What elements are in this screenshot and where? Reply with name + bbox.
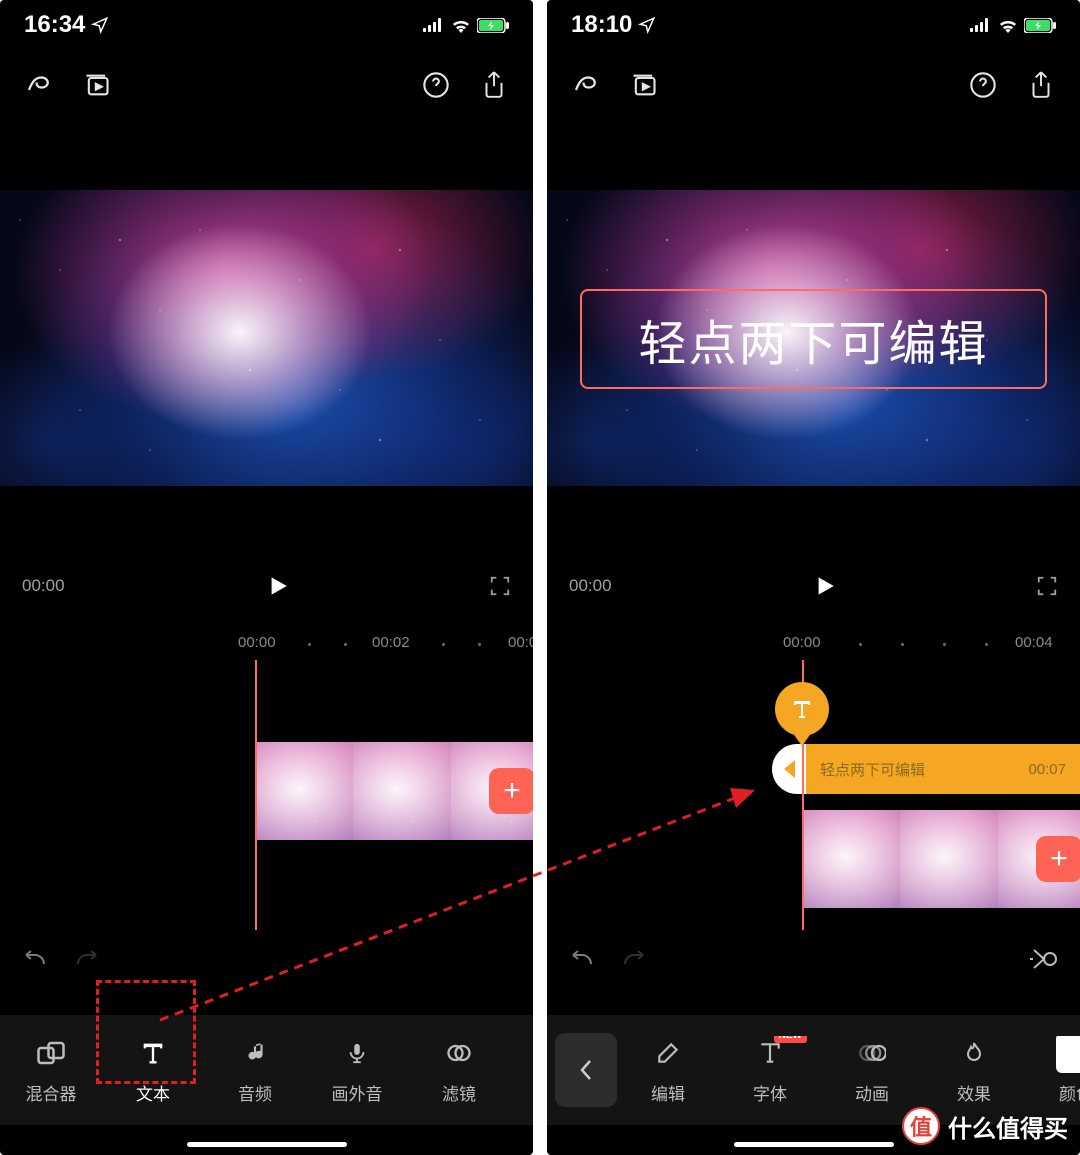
toolbar-effect[interactable]: 效果	[923, 1036, 1025, 1105]
timeline[interactable]: +	[0, 664, 533, 944]
library-icon[interactable]	[629, 70, 659, 100]
clip-trim-handle[interactable]	[772, 744, 806, 794]
current-time: 00:00	[22, 576, 65, 596]
location-arrow-icon	[638, 16, 656, 34]
status-time: 16:34	[24, 11, 85, 39]
toolbar-color[interactable]: 颜色	[1025, 1036, 1080, 1105]
microphone-icon	[346, 1036, 368, 1070]
playback-bar: 00:00	[0, 566, 533, 606]
text-icon	[139, 1036, 167, 1070]
toolbar-text[interactable]: 文本	[102, 1036, 204, 1105]
play-button[interactable]	[811, 573, 837, 599]
text-track-duration: 00:07	[1028, 761, 1066, 778]
fullscreen-icon[interactable]	[1036, 575, 1058, 597]
wifi-icon	[451, 18, 471, 33]
app-logo-icon[interactable]	[571, 70, 601, 100]
watermark-text: 什么值得买	[948, 1109, 1068, 1144]
video-preview[interactable]: 轻点两下可编辑	[547, 190, 1080, 486]
share-icon[interactable]	[479, 70, 509, 100]
text-pin-marker[interactable]	[775, 682, 829, 746]
library-icon[interactable]	[82, 70, 112, 100]
toolbar-voiceover[interactable]: 画外音	[306, 1036, 408, 1105]
fullscreen-icon[interactable]	[489, 575, 511, 597]
video-clip[interactable]	[255, 742, 353, 840]
video-preview[interactable]	[0, 190, 533, 486]
watermark-badge: 值	[902, 1107, 940, 1145]
color-swatch-icon	[1056, 1036, 1080, 1070]
filter-icon	[445, 1036, 473, 1070]
new-badge: NEW	[774, 1036, 807, 1043]
video-clip[interactable]	[353, 742, 451, 840]
text-track-label: 轻点两下可编辑	[820, 759, 925, 780]
add-clip-button[interactable]: +	[1036, 836, 1080, 882]
screen-left: 16:34 00:00 00:00 00:02 00:0	[0, 0, 533, 1155]
home-indicator[interactable]	[187, 1142, 347, 1147]
timeline[interactable]: 轻点两下可编辑 00:07 +	[547, 664, 1080, 984]
wifi-icon	[998, 18, 1018, 33]
animation-icon	[858, 1036, 886, 1070]
undo-icon[interactable]	[569, 950, 595, 968]
flame-icon	[962, 1036, 986, 1070]
current-time: 00:00	[569, 576, 612, 596]
status-bar: 16:34	[0, 0, 533, 50]
toolbar-filter[interactable]: 滤镜	[408, 1036, 510, 1105]
toolbar-edit[interactable]: 编辑	[617, 1036, 719, 1105]
music-note-icon	[242, 1036, 268, 1070]
top-toolbar	[0, 50, 533, 120]
add-clip-button[interactable]: +	[489, 768, 533, 814]
text-track-clip[interactable]: 轻点两下可编辑 00:07	[772, 744, 1080, 794]
toolbar-audio[interactable]: 音频	[204, 1036, 306, 1105]
home-indicator[interactable]	[734, 1142, 894, 1147]
watermark: 值 什么值得买	[902, 1107, 1068, 1145]
toolbar-animation[interactable]: 动画	[821, 1036, 923, 1105]
battery-charging-icon	[1024, 18, 1056, 33]
transition-icon[interactable]	[1028, 946, 1058, 972]
timeline-ruler: 00:00 00:02 00:0	[0, 634, 533, 660]
status-bar: 18:10	[547, 0, 1080, 50]
screen-right: 18:10 轻点两下可编辑 00:00 00:00 00:0	[547, 0, 1080, 1155]
share-icon[interactable]	[1026, 70, 1056, 100]
top-toolbar	[547, 50, 1080, 120]
video-clip[interactable]	[802, 810, 900, 908]
location-arrow-icon	[91, 16, 109, 34]
play-button[interactable]	[264, 573, 290, 599]
edit-icon	[655, 1036, 681, 1070]
battery-charging-icon	[477, 18, 509, 33]
timeline-ruler: 00:00 00:04	[547, 634, 1080, 660]
bottom-toolbar: 混合器 文本 音频 画外音 滤镜 调	[0, 1015, 533, 1125]
toolbar-font[interactable]: NEW 字体	[719, 1036, 821, 1105]
toolbar-adjust[interactable]: 调	[510, 1036, 533, 1105]
help-icon[interactable]	[421, 70, 451, 100]
history-bar	[0, 939, 533, 979]
text-overlay[interactable]: 轻点两下可编辑	[580, 289, 1047, 389]
playhead[interactable]	[255, 660, 257, 930]
redo-icon[interactable]	[74, 950, 100, 968]
signal-icon	[423, 18, 445, 32]
app-logo-icon[interactable]	[24, 70, 54, 100]
mixer-icon	[36, 1036, 66, 1070]
redo-icon[interactable]	[621, 950, 647, 968]
playback-bar: 00:00	[547, 566, 1080, 606]
signal-icon	[970, 18, 992, 32]
toolbar-back-button[interactable]	[555, 1033, 617, 1107]
video-clip[interactable]	[900, 810, 998, 908]
help-icon[interactable]	[968, 70, 998, 100]
toolbar-mixer[interactable]: 混合器	[0, 1036, 102, 1105]
history-bar	[547, 939, 1080, 979]
undo-icon[interactable]	[22, 950, 48, 968]
status-time: 18:10	[571, 11, 632, 39]
